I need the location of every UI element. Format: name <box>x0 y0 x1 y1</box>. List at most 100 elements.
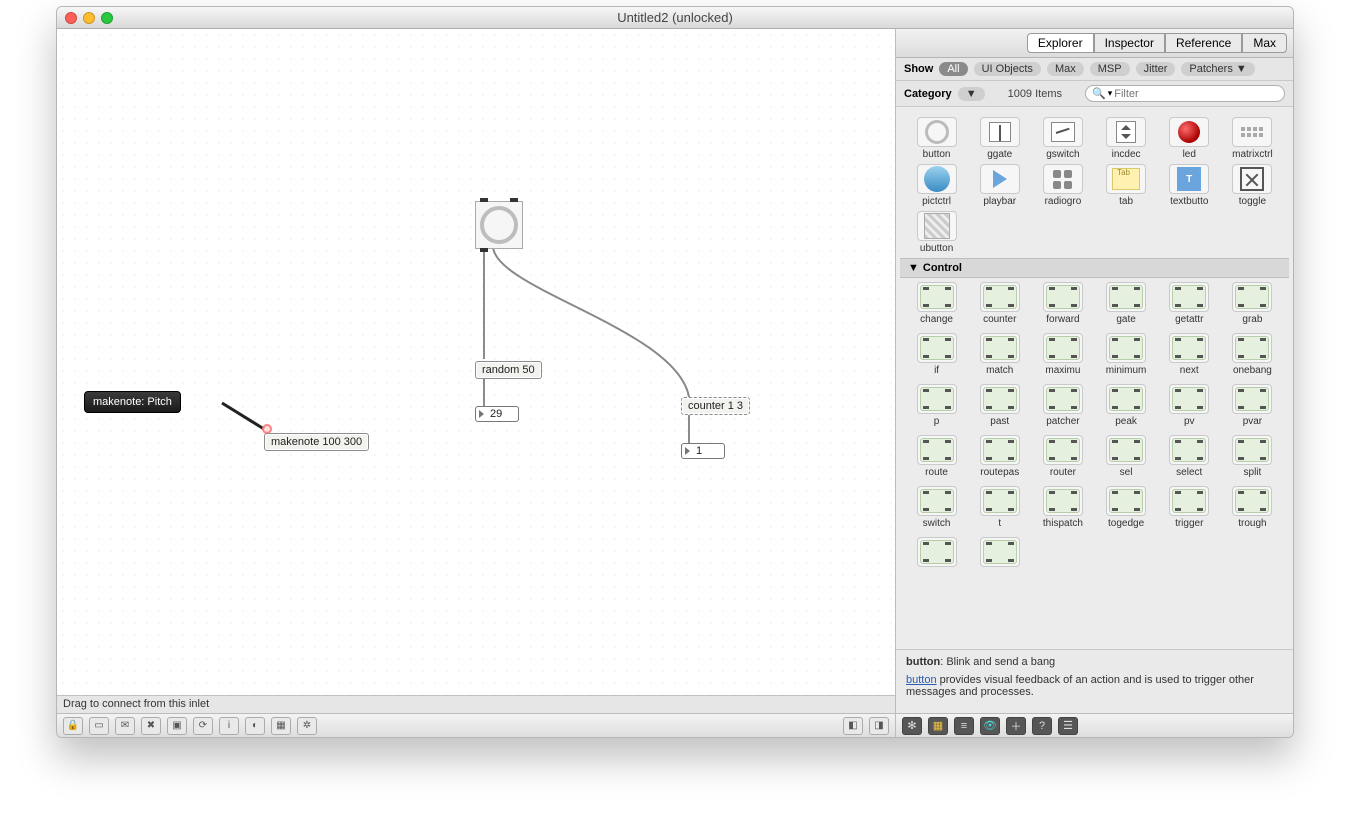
menu-icon[interactable]: ☰ <box>1058 717 1078 735</box>
filter-all[interactable]: All <box>939 62 967 76</box>
assist-tooltip: makenote: Pitch <box>84 391 181 413</box>
lock-icon[interactable]: 🔒 <box>63 717 83 735</box>
filter-patchers[interactable]: Patchers ▼ <box>1181 62 1254 76</box>
counter-object[interactable]: counter 1 3 <box>681 397 750 415</box>
palette-item-grab[interactable]: grab <box>1222 282 1283 325</box>
tab-max[interactable]: Max <box>1242 33 1287 53</box>
palette-item-forward[interactable]: forward <box>1032 282 1093 325</box>
palette-item-button[interactable]: button <box>906 117 967 160</box>
search-dropdown-icon[interactable]: ▾ <box>1108 88 1113 99</box>
palette-item-next[interactable]: next <box>1159 333 1220 376</box>
palette-item-pv[interactable]: pv <box>1159 384 1220 427</box>
object-icon <box>983 336 1017 360</box>
eye-icon[interactable]: 👁 <box>980 717 1000 735</box>
palette-item-if[interactable]: if <box>906 333 967 376</box>
matrixctrl-icon <box>1241 127 1263 137</box>
presentation-icon[interactable]: ▣ <box>167 717 187 735</box>
palette-item-sel[interactable]: sel <box>1096 435 1157 478</box>
filter-msp[interactable]: MSP <box>1090 62 1130 76</box>
palette-item-routepas[interactable]: routepas <box>969 435 1030 478</box>
random-object[interactable]: random 50 <box>475 361 542 379</box>
palette-item-pvar[interactable]: pvar <box>1222 384 1283 427</box>
pictctrl-icon <box>924 166 950 192</box>
incdec-icon <box>1116 121 1136 143</box>
section-control[interactable]: ▼ Control <box>900 258 1289 278</box>
palette-item-switch[interactable]: switch <box>906 486 967 529</box>
ggate-icon <box>989 122 1011 142</box>
palette-item-togedge[interactable]: togedge <box>1096 486 1157 529</box>
debug-icon[interactable]: ✲ <box>297 717 317 735</box>
palette-item-past[interactable]: past <box>969 384 1030 427</box>
new-message-icon[interactable]: ✉ <box>115 717 135 735</box>
object-icon <box>983 285 1017 309</box>
palette-item-getattr[interactable]: getattr <box>1159 282 1220 325</box>
palette-item-gate[interactable]: gate <box>1096 282 1157 325</box>
gear-icon[interactable]: ✻ <box>902 717 922 735</box>
new-object-icon[interactable]: ▭ <box>89 717 109 735</box>
zoom-icon[interactable]: ⟳ <box>193 717 213 735</box>
grid-view-icon[interactable]: ▦ <box>928 717 948 735</box>
palette-item-radiogroup[interactable]: radiogro <box>1032 164 1093 207</box>
palette-item-thispatch[interactable]: thispatch <box>1032 486 1093 529</box>
palette-item-counter[interactable]: counter <box>969 282 1030 325</box>
help-title: button <box>906 656 940 668</box>
object-icon <box>920 387 954 411</box>
palette-item-minimum[interactable]: minimum <box>1096 333 1157 376</box>
filter-max[interactable]: Max <box>1047 62 1084 76</box>
add-icon[interactable]: ＋ <box>1006 717 1026 735</box>
patcher-canvas[interactable]: random 50 29 counter 1 3 1 makenote 100 … <box>57 29 895 695</box>
object-icon <box>1172 489 1206 513</box>
palette-item-trough[interactable]: trough <box>1222 486 1283 529</box>
palette-item-textbutton[interactable]: Ttextbutto <box>1159 164 1220 207</box>
object-icon <box>1109 489 1143 513</box>
palette-item-trigger[interactable]: trigger <box>1159 486 1220 529</box>
help-link[interactable]: button <box>906 674 937 686</box>
filter-ui-objects[interactable]: UI Objects <box>974 62 1041 76</box>
palette-item-match[interactable]: match <box>969 333 1030 376</box>
search-field[interactable]: 🔍 ▾ <box>1085 85 1285 102</box>
object-icon <box>1109 438 1143 462</box>
palette-item-gswitch[interactable]: gswitch <box>1032 117 1093 160</box>
palette-item-t[interactable]: t <box>969 486 1030 529</box>
palette-item-partial[interactable] <box>969 537 1030 580</box>
palette-item-router[interactable]: router <box>1032 435 1093 478</box>
palette-item-pictctrl[interactable]: pictctrl <box>906 164 967 207</box>
radiogroup-icon <box>1053 170 1072 189</box>
palette-item-ggate[interactable]: ggate <box>969 117 1030 160</box>
help-icon[interactable]: ? <box>1032 717 1052 735</box>
list-view-icon[interactable]: ≡ <box>954 717 974 735</box>
palette-item-ubutton[interactable]: ubutton <box>906 211 967 254</box>
palette-item-p[interactable]: p <box>906 384 967 427</box>
palette-item-playbar[interactable]: playbar <box>969 164 1030 207</box>
info-icon[interactable]: i <box>219 717 239 735</box>
sidebar-right-icon[interactable]: ◨ <box>869 717 889 735</box>
palette-item-route[interactable]: route <box>906 435 967 478</box>
palette-item-led[interactable]: led <box>1159 117 1220 160</box>
palette-item-peak[interactable]: peak <box>1096 384 1157 427</box>
palette-item-onebang[interactable]: onebang <box>1222 333 1283 376</box>
grid-icon[interactable]: ▦ <box>271 717 291 735</box>
makenote-object[interactable]: makenote 100 300 <box>264 433 369 451</box>
palette-item-select[interactable]: select <box>1159 435 1220 478</box>
palette-item-matrixctrl[interactable]: matrixctrl <box>1222 117 1283 160</box>
palette-item-maximu[interactable]: maximu <box>1032 333 1093 376</box>
sidebar-left-icon[interactable]: ◧ <box>843 717 863 735</box>
tab-inspector[interactable]: Inspector <box>1094 33 1165 53</box>
number-box-random[interactable]: 29 <box>475 406 519 422</box>
number-box-counter[interactable]: 1 <box>681 443 725 459</box>
palette-item-patcher[interactable]: patcher <box>1032 384 1093 427</box>
dsp-icon[interactable]: ◐ <box>245 717 265 735</box>
search-input[interactable] <box>1114 88 1278 100</box>
palette-item-tab[interactable]: tab <box>1096 164 1157 207</box>
filter-jitter[interactable]: Jitter <box>1136 62 1176 76</box>
tab-explorer[interactable]: Explorer <box>1027 33 1094 53</box>
palette-item-change[interactable]: change <box>906 282 967 325</box>
category-dropdown-icon[interactable]: ▼ <box>958 87 985 101</box>
tab-reference[interactable]: Reference <box>1165 33 1242 53</box>
palette-item-partial[interactable] <box>906 537 967 580</box>
bang-button-object[interactable] <box>475 201 523 249</box>
new-comment-icon[interactable]: ✖ <box>141 717 161 735</box>
palette-item-incdec[interactable]: incdec <box>1096 117 1157 160</box>
palette-item-toggle[interactable]: toggle <box>1222 164 1283 207</box>
palette-item-split[interactable]: split <box>1222 435 1283 478</box>
